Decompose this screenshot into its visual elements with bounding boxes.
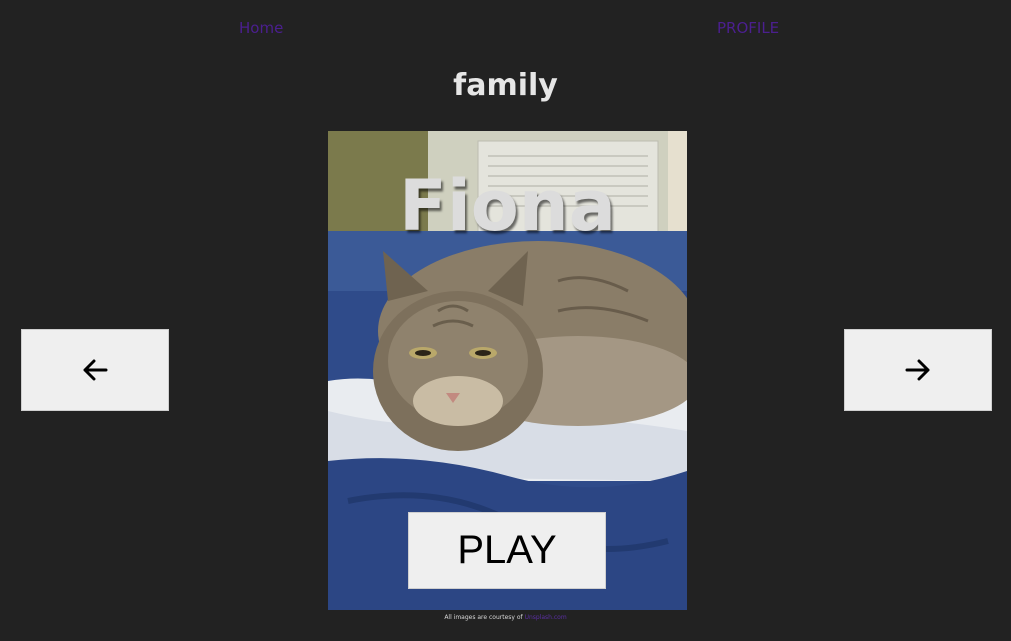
- arrow-left-icon: [83, 359, 108, 381]
- pet-name-label: Fiona: [399, 165, 616, 247]
- arrow-right-icon: [905, 359, 930, 381]
- footer-credit: All images are courtesy of Unsplash.com: [0, 614, 1011, 621]
- previous-button[interactable]: [21, 329, 169, 411]
- next-button[interactable]: [844, 329, 992, 411]
- nav-profile-link[interactable]: PROFILE: [717, 19, 779, 37]
- unsplash-link[interactable]: Unsplash.com: [525, 614, 567, 621]
- play-button[interactable]: PLAY: [408, 512, 606, 589]
- footer-credit-text: All images are courtesy of: [444, 614, 523, 621]
- collection-title: family: [453, 68, 558, 103]
- nav-home-link[interactable]: Home: [239, 19, 283, 37]
